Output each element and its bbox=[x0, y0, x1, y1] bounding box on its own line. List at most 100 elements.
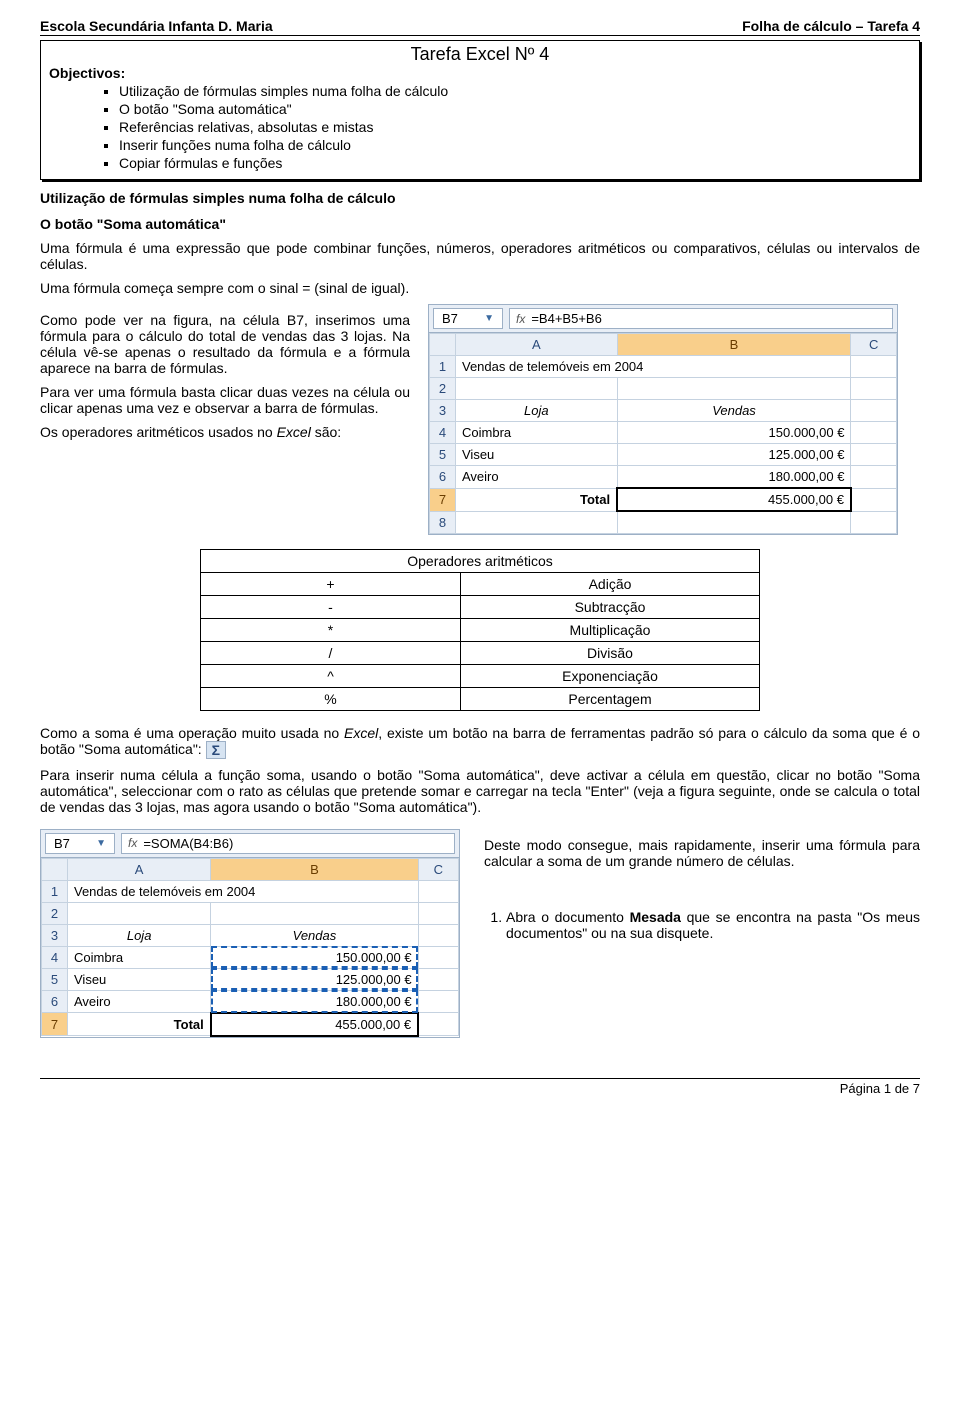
fx-icon: fx bbox=[128, 836, 137, 850]
section-heading-2: O botão "Soma automática" bbox=[40, 216, 920, 232]
row-header: 7 bbox=[42, 1013, 68, 1036]
paragraph: Como pode ver na figura, na célula B7, i… bbox=[40, 312, 410, 376]
col-header: C bbox=[851, 334, 897, 356]
cell: 125.000,00 € bbox=[617, 444, 851, 466]
objective-item: Utilização de fórmulas simples numa folh… bbox=[119, 83, 911, 99]
steps-list: Abra o documento Mesada que se encontra … bbox=[484, 909, 920, 941]
cell bbox=[418, 902, 458, 924]
cell bbox=[211, 902, 418, 924]
paragraph: Uma fórmula começa sempre com o sinal = … bbox=[40, 280, 920, 296]
cell: 125.000,00 € bbox=[211, 968, 418, 990]
cell: Vendas bbox=[211, 924, 418, 946]
cell bbox=[851, 378, 897, 400]
chevron-down-icon: ▼ bbox=[484, 313, 494, 324]
col-header: B bbox=[617, 334, 851, 356]
op-symbol: % bbox=[201, 687, 461, 710]
cell bbox=[851, 488, 897, 511]
cell: Coimbra bbox=[456, 422, 618, 444]
cell bbox=[418, 946, 458, 968]
corner-cell bbox=[430, 334, 456, 356]
cell bbox=[418, 968, 458, 990]
cell: Total bbox=[68, 1013, 211, 1036]
active-cell: 455.000,00 € bbox=[211, 1013, 418, 1036]
name-box: B7 ▼ bbox=[45, 833, 115, 854]
row-header: 3 bbox=[430, 400, 456, 422]
step-item: Abra o documento Mesada que se encontra … bbox=[506, 909, 920, 941]
cell bbox=[418, 924, 458, 946]
op-desc: Exponenciação bbox=[461, 664, 760, 687]
op-symbol: * bbox=[201, 618, 461, 641]
op-symbol: - bbox=[201, 595, 461, 618]
cell bbox=[851, 422, 897, 444]
cell: Loja bbox=[456, 400, 618, 422]
objectives-label: Objectivos: bbox=[49, 65, 911, 81]
cell: Vendas bbox=[617, 400, 851, 422]
row-header: 4 bbox=[42, 946, 68, 968]
objective-item: Inserir funções numa folha de cálculo bbox=[119, 137, 911, 153]
corner-cell bbox=[42, 858, 68, 880]
spreadsheet-grid: A B C 1Vendas de telemóveis em 2004 2 3L… bbox=[41, 858, 459, 1037]
paragraph: Os operadores aritméticos usados no Exce… bbox=[40, 424, 410, 440]
cell: Aveiro bbox=[456, 466, 618, 489]
cell bbox=[418, 1013, 458, 1036]
op-desc: Subtracção bbox=[461, 595, 760, 618]
op-desc: Adição bbox=[461, 572, 760, 595]
operators-title: Operadores aritméticos bbox=[201, 549, 760, 572]
cell: Total bbox=[456, 488, 618, 511]
chevron-down-icon: ▼ bbox=[96, 838, 106, 849]
cell: Loja bbox=[68, 924, 211, 946]
row-header: 2 bbox=[430, 378, 456, 400]
cell bbox=[418, 990, 458, 1013]
cell: Coimbra bbox=[68, 946, 211, 968]
cell bbox=[851, 444, 897, 466]
row-header: 4 bbox=[430, 422, 456, 444]
row-header: 2 bbox=[42, 902, 68, 924]
row-header: 7 bbox=[430, 488, 456, 511]
paragraph: Deste modo consegue, mais rapidamente, i… bbox=[484, 837, 920, 869]
op-symbol: / bbox=[201, 641, 461, 664]
formula-bar: B7 ▼ fx =B4+B5+B6 bbox=[429, 305, 897, 333]
objective-item: Copiar fórmulas e funções bbox=[119, 155, 911, 171]
section-heading-1: Utilização de fórmulas simples numa folh… bbox=[40, 190, 920, 206]
excel-figure-1: B7 ▼ fx =B4+B5+B6 A B C 1Vendas de telem… bbox=[428, 304, 898, 535]
objectives-list: Utilização de fórmulas simples numa folh… bbox=[119, 83, 911, 171]
cell bbox=[418, 880, 458, 902]
cell: Viseu bbox=[68, 968, 211, 990]
cell: Viseu bbox=[456, 444, 618, 466]
cell: Vendas de telemóveis em 2004 bbox=[456, 356, 851, 378]
row-header: 6 bbox=[430, 466, 456, 489]
row-header: 3 bbox=[42, 924, 68, 946]
cell bbox=[68, 902, 211, 924]
fx-icon: fx bbox=[516, 312, 525, 326]
page-header: Escola Secundária Infanta D. Maria Folha… bbox=[40, 18, 920, 36]
operators-table: Operadores aritméticos +Adição -Subtracç… bbox=[200, 549, 760, 711]
title-box: Tarefa Excel Nº 4 Objectivos: Utilização… bbox=[40, 40, 920, 180]
name-box: B7 ▼ bbox=[433, 308, 503, 329]
cell: 180.000,00 € bbox=[617, 466, 851, 489]
op-symbol: ^ bbox=[201, 664, 461, 687]
header-right: Folha de cálculo – Tarefa 4 bbox=[742, 18, 920, 34]
header-left: Escola Secundária Infanta D. Maria bbox=[40, 18, 273, 34]
cell: Vendas de telemóveis em 2004 bbox=[68, 880, 419, 902]
page-footer: Página 1 de 7 bbox=[40, 1078, 920, 1096]
row-header: 5 bbox=[430, 444, 456, 466]
row-header: 5 bbox=[42, 968, 68, 990]
cell bbox=[851, 356, 897, 378]
excel-figure-2: B7 ▼ fx =SOMA(B4:B6) A B C 1Vendas de te… bbox=[40, 829, 460, 1038]
col-header: A bbox=[68, 858, 211, 880]
paragraph: Como a soma é uma operação muito usada n… bbox=[40, 725, 920, 759]
row-header: 1 bbox=[42, 880, 68, 902]
sigma-icon: Σ bbox=[206, 741, 226, 759]
task-title: Tarefa Excel Nº 4 bbox=[49, 44, 911, 65]
col-header: C bbox=[418, 858, 458, 880]
cell bbox=[456, 378, 618, 400]
col-header: B bbox=[211, 858, 418, 880]
cell bbox=[851, 511, 897, 533]
op-desc: Percentagem bbox=[461, 687, 760, 710]
cell: Aveiro bbox=[68, 990, 211, 1013]
col-header: A bbox=[456, 334, 618, 356]
cell: 150.000,00 € bbox=[617, 422, 851, 444]
formula-input: fx =SOMA(B4:B6) bbox=[121, 833, 455, 854]
cell bbox=[851, 466, 897, 489]
formula-bar: B7 ▼ fx =SOMA(B4:B6) bbox=[41, 830, 459, 858]
